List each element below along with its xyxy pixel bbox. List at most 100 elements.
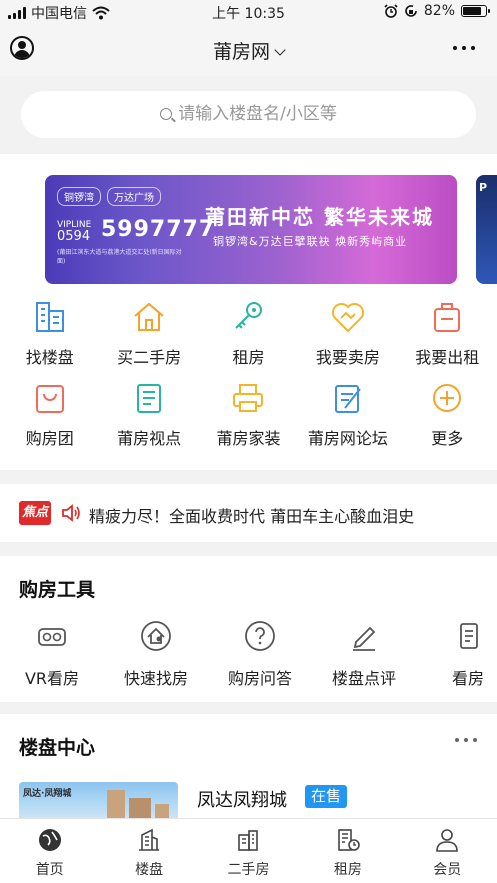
tool-qa[interactable]: 购房问答: [208, 620, 312, 689]
menu-decoration[interactable]: 莆房家装: [199, 380, 298, 461]
tab-member[interactable]: 会员: [398, 819, 497, 883]
estate-more-icon[interactable]: [455, 738, 477, 742]
printer-icon: [230, 380, 266, 416]
tab-home[interactable]: 首页: [0, 819, 99, 883]
city-selector[interactable]: 莆房网: [0, 37, 497, 64]
menu-rent[interactable]: 租房: [199, 299, 298, 380]
banner-logos: 铜锣湾 万达广场: [57, 187, 161, 206]
estate-name[interactable]: 凤达凤翔城: [197, 786, 287, 812]
menu-label: 买二手房: [117, 348, 182, 367]
rent-building-icon: [335, 827, 361, 853]
handshake-heart-icon: [330, 299, 366, 335]
next-banner-peek[interactable]: P: [476, 175, 497, 284]
quick-menu-grid: 找楼盘 买二手房 租房 我要卖房 我要出租 购房团 莆房视点 莆房家装 莆房网论…: [0, 299, 497, 461]
banner-headline: 莆田新中芯 繁华未来城: [205, 205, 434, 229]
tools-title: 购房工具: [19, 579, 96, 601]
edit-note-icon: [330, 380, 366, 416]
menu-label: 莆房家装: [216, 429, 281, 448]
banner-logo-left: 铜锣湾: [57, 187, 101, 206]
estate-thumb-text: 凤达·凤翔城: [23, 789, 72, 799]
estate-title: 楼盘中心: [19, 737, 96, 759]
news-headline[interactable]: 精疲力尽！全面收费时代 莆田车主心酸血泪史: [89, 503, 414, 527]
menu-more[interactable]: 更多: [398, 380, 497, 461]
tab-label: 楼盘: [135, 862, 164, 878]
news-ticker[interactable]: 焦点 精疲力尽！全面收费时代 莆田车主心酸血泪史: [0, 484, 497, 542]
tab-label: 会员: [433, 862, 462, 878]
tab-rent[interactable]: 租房: [298, 819, 397, 883]
menu-let-house[interactable]: 我要出租: [398, 299, 497, 380]
tab-label: 首页: [35, 862, 64, 878]
quick-menu-row: 找楼盘 买二手房 租房 我要卖房 我要出租: [0, 299, 497, 380]
banner-phone: 5997777: [101, 217, 216, 242]
bottom-tab-bar: 首页 楼盘 二手房 租房 会员: [0, 818, 497, 883]
key-icon: [230, 299, 266, 335]
menu-label: 租房: [232, 348, 265, 367]
building-icon: [32, 299, 68, 335]
tool-label: 购房问答: [227, 669, 292, 688]
banner-address: (莆田江滨东大道与荔港大道交汇处(新日国际对面): [57, 249, 182, 265]
rotation-lock-icon: [405, 5, 417, 17]
menu-sell-house[interactable]: 我要卖房: [298, 299, 397, 380]
home-search-icon: [140, 620, 172, 652]
speaker-icon: [60, 502, 82, 524]
focus-badge: 焦点: [19, 501, 51, 525]
alarm-icon: [384, 4, 398, 18]
building-icon: [136, 827, 162, 853]
tab-estates[interactable]: 楼盘: [99, 819, 198, 883]
status-badge: 在售: [305, 785, 348, 808]
menu-viewpoint[interactable]: 莆房视点: [99, 380, 198, 461]
banner-vip: VIPLINE 0594: [57, 219, 91, 243]
tab-second-hand[interactable]: 二手房: [199, 819, 298, 883]
purchase-tools-card: 购房工具 VR看房 快速找房 购房问答 楼盘点评 看房: [0, 556, 497, 702]
banner-logo-right: 万达广场: [107, 187, 161, 206]
tools-row: VR看房 快速找房 购房问答 楼盘点评 看房: [0, 620, 497, 689]
home-globe-icon: [37, 827, 63, 853]
tool-quick-find[interactable]: 快速找房: [104, 620, 208, 689]
chevron-down-icon: [274, 44, 286, 56]
next-banner-peek-text: P: [479, 181, 488, 194]
tool-viewing[interactable]: 看房: [416, 620, 497, 689]
plus-circle-icon: [429, 380, 465, 416]
menu-group-buy[interactable]: 购房团: [0, 380, 99, 461]
menu-label: 我要卖房: [315, 348, 380, 367]
status-bar: 中国电信 上午 10:35 82%: [0, 0, 497, 24]
search-icon: [160, 108, 173, 120]
nav-bar: 莆房网: [0, 24, 497, 76]
search-placeholder: 请输入楼盘名/小区等: [178, 104, 337, 124]
estate-center-card: 楼盘中心 凤达·凤翔城 凤达凤翔城 在售: [0, 714, 497, 824]
more-menu-icon[interactable]: [453, 46, 475, 50]
suitcase-icon: [429, 299, 465, 335]
tool-label: VR看房: [24, 669, 80, 688]
tool-label: 快速找房: [123, 669, 188, 688]
user-icon: [434, 827, 460, 853]
news-icon: [131, 380, 167, 416]
tab-label: 二手房: [227, 862, 270, 878]
menu-label: 莆房视点: [117, 429, 182, 448]
quick-menu-row: 购房团 莆房视点 莆房家装 莆房网论坛 更多: [0, 380, 497, 461]
tool-label: 楼盘点评: [331, 669, 396, 688]
menu-label: 我要出租: [415, 348, 480, 367]
tab-label: 租房: [333, 862, 362, 878]
menu-label: 购房团: [25, 429, 74, 448]
nav-title-text: 莆房网: [212, 41, 270, 63]
search-area: 请输入楼盘名/小区等: [0, 76, 497, 154]
promo-banner[interactable]: 铜锣湾 万达广场 VIPLINE 0594 5997777 (莆田江滨东大道与荔…: [45, 175, 457, 284]
house-icon: [131, 299, 167, 335]
document-icon: [452, 620, 484, 652]
home-main-card: 铜锣湾 万达广场 VIPLINE 0594 5997777 (莆田江滨东大道与荔…: [0, 154, 497, 470]
menu-label: 找楼盘: [25, 348, 74, 367]
status-right: 82%: [384, 3, 490, 19]
banner-subline: 铜锣湾&万达巨擘联袂 焕新秀屿商业: [213, 235, 408, 248]
tool-review[interactable]: 楼盘点评: [312, 620, 416, 689]
menu-find-estate[interactable]: 找楼盘: [0, 299, 99, 380]
vr-glasses-icon: [36, 620, 68, 652]
tool-label: 看房: [451, 669, 484, 688]
menu-label: 莆房网论坛: [307, 429, 388, 448]
menu-second-hand[interactable]: 买二手房: [99, 299, 198, 380]
battery-fill: [463, 7, 482, 15]
search-input[interactable]: 请输入楼盘名/小区等: [21, 91, 476, 138]
menu-forum[interactable]: 莆房网论坛: [298, 380, 397, 461]
battery-icon: [461, 5, 490, 17]
shopping-bag-icon: [32, 380, 68, 416]
tool-vr[interactable]: VR看房: [0, 620, 104, 689]
